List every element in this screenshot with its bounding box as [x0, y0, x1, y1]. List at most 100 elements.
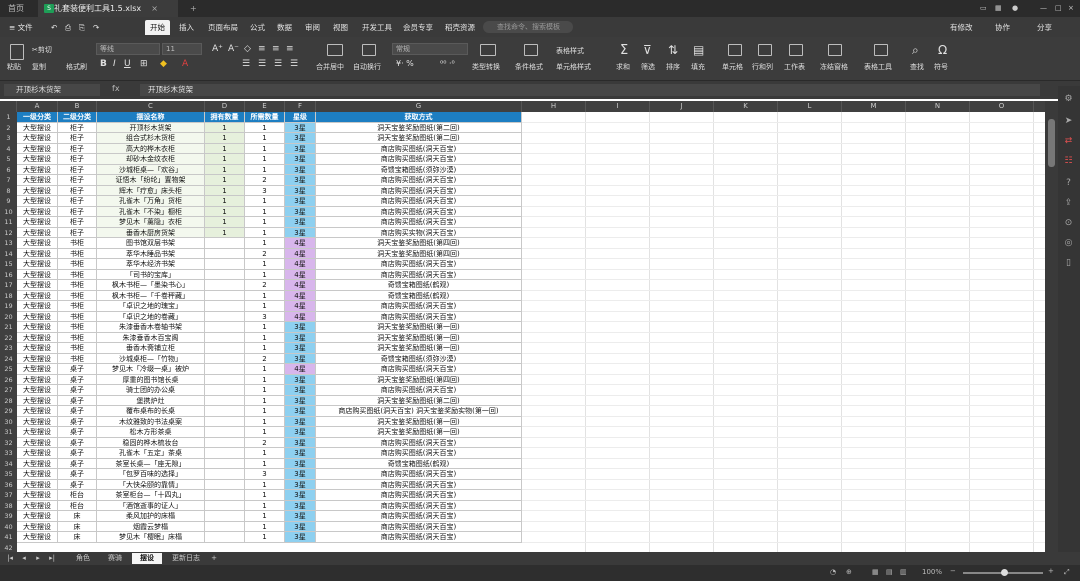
collaborate-button[interactable]: 协作: [990, 20, 1015, 35]
cell-category-2[interactable]: 书柜: [58, 259, 97, 270]
cell-category-1[interactable]: 大型摆设: [17, 469, 58, 480]
cell-source[interactable]: 商店购买图纸(洞天百宝): [316, 469, 522, 480]
cell-required[interactable]: 3: [245, 311, 285, 322]
cell-owned[interactable]: 1: [205, 175, 245, 186]
cell-category-2[interactable]: 书柜: [58, 332, 97, 343]
cell-required[interactable]: 1: [245, 532, 285, 543]
cell-owned[interactable]: 1: [205, 227, 245, 238]
cell-owned[interactable]: [205, 343, 245, 354]
cell-source[interactable]: 洞天宝鉴奖励图纸(第一回): [316, 332, 522, 343]
column-header-e[interactable]: E: [245, 101, 285, 112]
cell-category-1[interactable]: 大型摆设: [17, 448, 58, 459]
cell-required[interactable]: 3: [245, 469, 285, 480]
cell-star[interactable]: 3星: [285, 479, 316, 490]
row-header[interactable]: 4: [0, 144, 17, 155]
cell-owned[interactable]: [205, 385, 245, 396]
cell-source[interactable]: 洞天宝鉴奖励图纸(第四回): [316, 248, 522, 259]
number-format-select[interactable]: 常规: [392, 43, 468, 55]
cell-category-2[interactable]: 书柜: [58, 301, 97, 312]
cell-required[interactable]: 1: [245, 511, 285, 522]
cell-item-name[interactable]: 稳固的桦木梳妆台: [97, 437, 205, 448]
menu-data[interactable]: 数据: [272, 20, 297, 35]
cell-owned[interactable]: [205, 248, 245, 259]
cell-star[interactable]: 3星: [285, 395, 316, 406]
find-button[interactable]: 查找: [910, 62, 924, 72]
align-middle-icon[interactable]: ≡: [272, 44, 280, 54]
cell-source[interactable]: 商店购买图纸(洞天百宝): [316, 259, 522, 270]
row-header[interactable]: 23: [0, 343, 17, 354]
cell-category-1[interactable]: 大型摆设: [17, 490, 58, 501]
cell-owned[interactable]: [205, 532, 245, 543]
cell-category-2[interactable]: 柜子: [58, 122, 97, 133]
cell-star[interactable]: 3星: [285, 521, 316, 532]
column-header-i[interactable]: I: [586, 101, 650, 112]
cell-star[interactable]: 3星: [285, 143, 316, 154]
cell-required[interactable]: 1: [245, 332, 285, 343]
zoom-out-button[interactable]: −: [950, 567, 956, 575]
cell-category-1[interactable]: 大型摆设: [17, 185, 58, 196]
cell-category-1[interactable]: 大型摆设: [17, 238, 58, 249]
cell-category-2[interactable]: 书柜: [58, 290, 97, 301]
row-header[interactable]: 21: [0, 322, 17, 333]
cell-category-1[interactable]: 大型摆设: [17, 395, 58, 406]
cell-owned[interactable]: 1: [205, 143, 245, 154]
header-category-1[interactable]: 一级分类: [17, 112, 58, 123]
eye-icon[interactable]: ◔: [830, 568, 836, 576]
cell-category-2[interactable]: 柜子: [58, 206, 97, 217]
cell-star[interactable]: 3星: [285, 217, 316, 228]
symbol-button[interactable]: 符号: [934, 62, 948, 72]
cell-category-1[interactable]: 大型摆设: [17, 332, 58, 343]
zoom-level[interactable]: 100%: [922, 568, 942, 576]
cell-star[interactable]: 3星: [285, 353, 316, 364]
cell-star[interactable]: 3星: [285, 133, 316, 144]
cell-category-2[interactable]: 桌子: [58, 364, 97, 375]
wrap-text-button[interactable]: 自动换行: [353, 62, 381, 72]
cell-source[interactable]: 商店购买图纸(洞天百宝): [316, 269, 522, 280]
cell-star[interactable]: 4星: [285, 259, 316, 270]
cell-style-button[interactable]: 单元格样式: [556, 62, 591, 72]
sheet-tab-saiqi[interactable]: 赛骑: [100, 553, 130, 564]
row-header[interactable]: 12: [0, 228, 17, 239]
sheet-tab-decor[interactable]: 摆设: [132, 553, 162, 564]
column-header-m[interactable]: M: [842, 101, 906, 112]
header-category-2[interactable]: 二级分类: [58, 112, 97, 123]
cell-owned[interactable]: [205, 427, 245, 438]
adjust-icon[interactable]: ⇄: [1063, 136, 1074, 147]
header-owned[interactable]: 拥有数量: [205, 112, 245, 123]
cell-category-2[interactable]: 桌子: [58, 385, 97, 396]
cell-category-1[interactable]: 大型摆设: [17, 311, 58, 322]
cell-owned[interactable]: [205, 416, 245, 427]
layout-icon[interactable]: ▭: [980, 3, 987, 14]
cell-star[interactable]: 3星: [285, 532, 316, 543]
cell-required[interactable]: 1: [245, 196, 285, 207]
cell-required[interactable]: 1: [245, 490, 285, 501]
cell-required[interactable]: 1: [245, 343, 285, 354]
cell-source[interactable]: 商店购买图纸(洞天百宝): [316, 364, 522, 375]
cell-item-name[interactable]: 孔雀木「万角」货柜: [97, 196, 205, 207]
row-header[interactable]: 13: [0, 238, 17, 249]
cell-category-2[interactable]: 书柜: [58, 311, 97, 322]
cell-star[interactable]: 4星: [285, 290, 316, 301]
tab-document[interactable]: S 赠礼套装便利工具1.5.xlsx ×: [38, 0, 178, 17]
cell-item-name[interactable]: 「大快朵颐的靠情」: [97, 479, 205, 490]
cell-item-name[interactable]: 骑士团的办公桌: [97, 385, 205, 396]
align-left-icon[interactable]: ☰: [242, 59, 250, 69]
command-search[interactable]: 查找命令、搜索模板: [483, 21, 573, 33]
cell-owned[interactable]: 1: [205, 122, 245, 133]
cell-category-2[interactable]: 桌子: [58, 479, 97, 490]
italic-button[interactable]: I: [113, 59, 116, 69]
cell-owned[interactable]: [205, 311, 245, 322]
menu-view[interactable]: 视图: [328, 20, 353, 35]
cell-item-name[interactable]: 松木方形茶桌: [97, 427, 205, 438]
cell-owned[interactable]: [205, 458, 245, 469]
cell-item-name[interactable]: 茶室柜台—「十四丸」: [97, 490, 205, 501]
row-header[interactable]: 2: [0, 123, 17, 134]
cell-owned[interactable]: [205, 353, 245, 364]
next-sheet-icon[interactable]: ▸: [32, 553, 44, 564]
cell-category-1[interactable]: 大型摆设: [17, 500, 58, 511]
cell-required[interactable]: 1: [245, 217, 285, 228]
row-col-button[interactable]: 行和列: [752, 62, 773, 72]
location-icon[interactable]: ◎: [1063, 238, 1074, 249]
cell-category-1[interactable]: 大型摆设: [17, 511, 58, 522]
row-header[interactable]: 8: [0, 186, 17, 197]
